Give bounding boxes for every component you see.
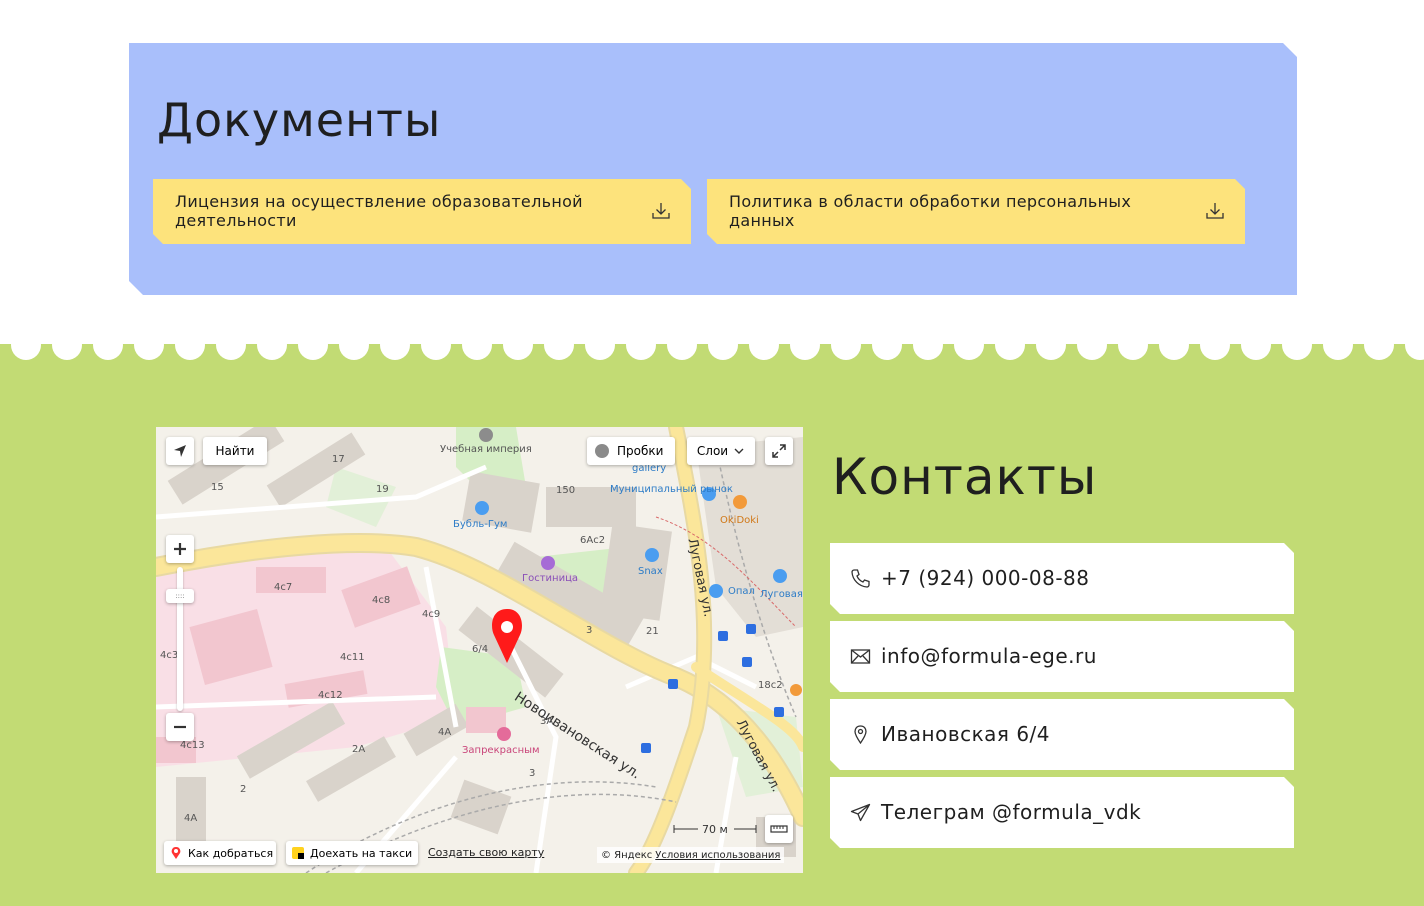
house-number: 15 [211, 482, 224, 493]
map-copyright: © Яндекс Условия использования [597, 847, 785, 863]
documents-title: Документы [157, 93, 442, 147]
fullscreen-button[interactable] [765, 437, 793, 465]
zoom-in-button[interactable] [166, 535, 194, 563]
document-license-label: Лицензия на осуществление образовательно… [175, 192, 583, 230]
house-number: 3 [586, 625, 593, 636]
house-number: 6/4 [472, 644, 489, 655]
contact-phone: +7 (924) 000-08-88 [881, 566, 1090, 590]
document-license-button[interactable]: Лицензия на осуществление образовательно… [153, 179, 691, 244]
find-button[interactable]: Найти [203, 437, 267, 465]
house-number: 4А [184, 813, 198, 824]
chevron-down-icon [734, 448, 744, 454]
taxi-button[interactable]: Доехать на такси [286, 841, 418, 865]
house-number: 4с3 [160, 650, 179, 661]
house-number: 4А [438, 727, 452, 738]
contact-address-card[interactable]: Ивановская 6/4 [830, 699, 1294, 770]
terms-link[interactable]: Условия использования [655, 850, 780, 861]
envelope-icon [850, 649, 871, 664]
contact-email: info@formula-ege.ru [881, 644, 1097, 668]
route-label: Как добраться [188, 846, 274, 860]
house-number: 3А [540, 716, 554, 727]
poi-label: Опал [728, 586, 755, 597]
taxi-label: Доехать на такси [310, 846, 413, 860]
house-number: 4с13 [180, 740, 205, 751]
document-privacy-label: Политика в области обработки персональны… [729, 192, 1132, 230]
scale-label: 70 м [702, 823, 728, 836]
layers-button[interactable]: Слои [687, 437, 755, 465]
poi-label: Запрекрасным [462, 745, 540, 756]
contact-address: Ивановская 6/4 [881, 722, 1051, 746]
telegram-icon [850, 803, 871, 822]
route-pin-icon [171, 847, 181, 859]
house-number: 3 [529, 768, 536, 779]
geolocation-arrow-icon [174, 445, 186, 457]
house-number: 4с12 [318, 690, 343, 701]
house-number: 150 [556, 485, 576, 496]
download-icon [1206, 203, 1224, 219]
scalloped-divider [0, 336, 1424, 360]
ruler-button[interactable] [765, 815, 793, 843]
taxi-icon [292, 847, 304, 859]
zoom-out-button[interactable] [166, 713, 194, 741]
location-pin-icon [854, 725, 867, 745]
poi-label: Луговая [760, 589, 803, 600]
house-number: 2 [240, 784, 247, 795]
ruler-icon [770, 825, 788, 833]
yandex-map[interactable]: Новоивановская ул. Луговая ул. Луговая у… [156, 427, 803, 873]
traffic-label: Пробки [617, 444, 664, 458]
traffic-button[interactable]: Пробки [587, 437, 675, 465]
document-privacy-button[interactable]: Политика в области обработки персональны… [707, 179, 1245, 244]
house-number: 21 [646, 626, 659, 637]
download-icon [652, 203, 670, 219]
house-number: 18с2 [758, 680, 783, 691]
poi-label: Бубль-Гум [453, 519, 508, 530]
minus-icon [174, 725, 186, 729]
poi-label: OkiDoki [720, 515, 759, 526]
zoom-slider-handle[interactable]: :::: [166, 589, 194, 603]
poi-label: Гостиница [522, 573, 579, 584]
copyright-label: © Яндекс [601, 849, 653, 861]
traffic-icon [595, 444, 609, 458]
create-map-link[interactable]: Создать свою карту [428, 846, 544, 859]
house-number: 19 [376, 484, 389, 495]
house-number: 17 [332, 454, 345, 465]
contact-phone-card[interactable]: +7 (924) 000-08-88 [830, 543, 1294, 614]
contact-telegram-card[interactable]: Телеграм @formula_vdk [830, 777, 1294, 848]
house-number: 2А [352, 744, 366, 755]
poi-label: Учебная империя [440, 444, 532, 455]
contact-telegram: Телеграм @formula_vdk [881, 800, 1142, 824]
house-number: 4с9 [422, 609, 441, 620]
poi-label: Snax [638, 566, 663, 577]
house-number: 4с11 [340, 652, 365, 663]
phone-icon [851, 569, 870, 588]
route-button[interactable]: Как добраться [164, 841, 276, 865]
contact-email-card[interactable]: info@formula-ege.ru [830, 621, 1294, 692]
geolocation-button[interactable] [166, 437, 194, 465]
plus-icon [174, 543, 186, 555]
house-number: 6Ас2 [580, 535, 606, 546]
poi-label: Муниципальный рынок [610, 484, 733, 495]
documents-section: Документы Лицензия на осуществление обра… [129, 43, 1297, 295]
layers-label: Слои [696, 444, 729, 458]
expand-icon [772, 444, 786, 458]
house-number: 4с8 [372, 595, 391, 606]
house-number: 4с7 [274, 582, 293, 593]
contacts-title: Контакты [832, 448, 1098, 506]
